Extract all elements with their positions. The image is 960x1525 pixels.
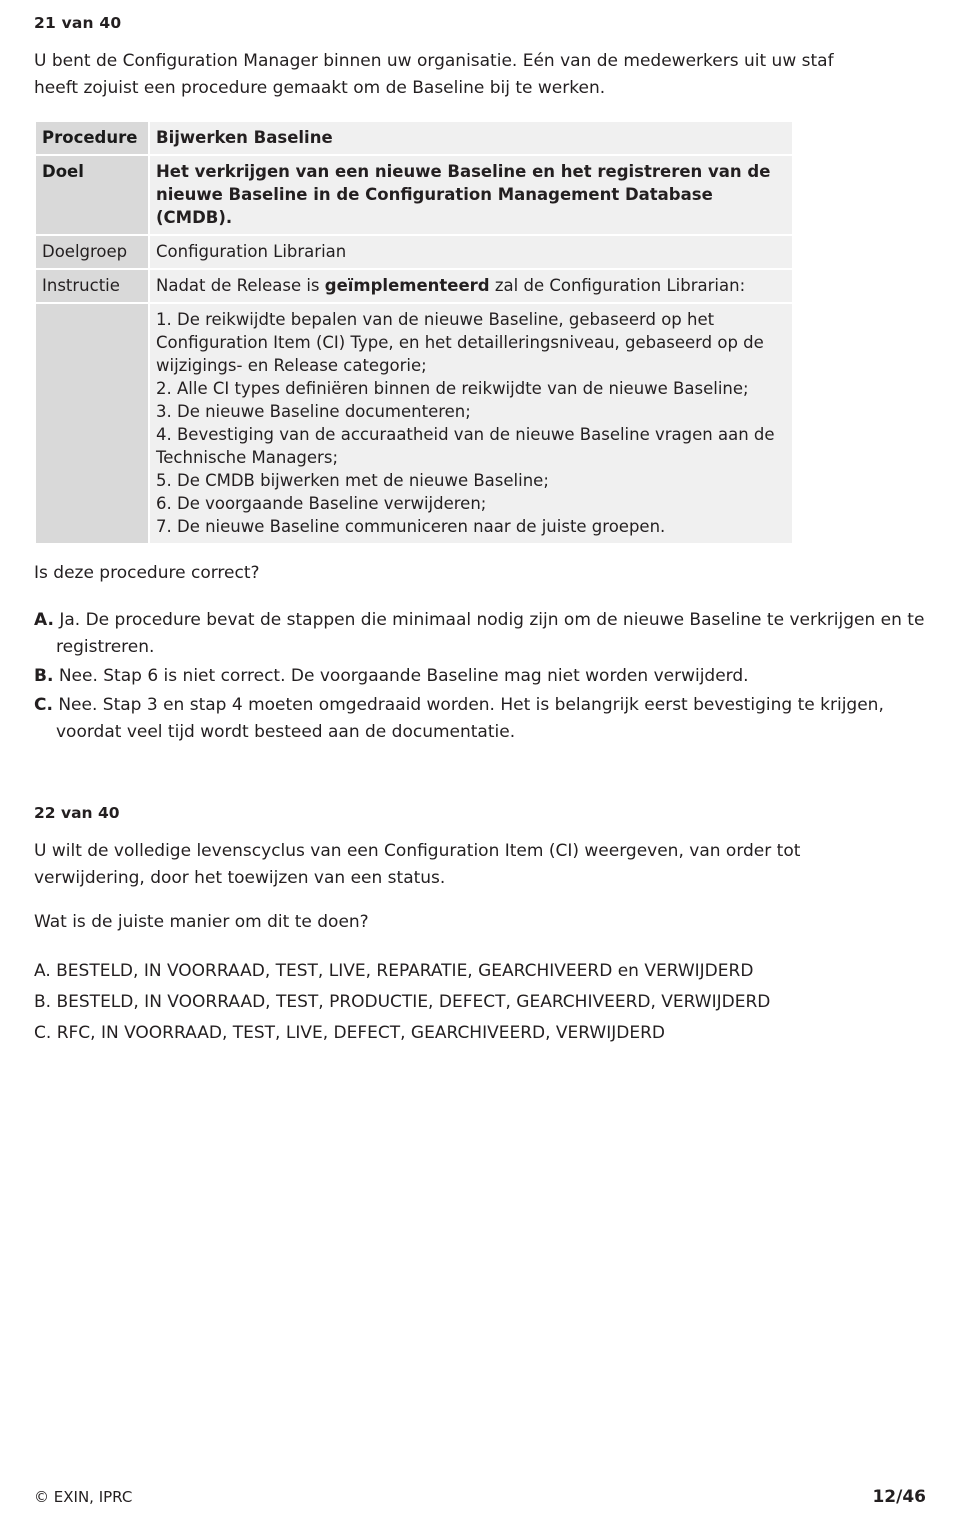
doelgroep-label: Doelgroep [36, 236, 148, 268]
answer-letter-c: C. [34, 695, 53, 715]
question-21-number: 21 van 40 [34, 14, 122, 32]
table-row-steps: 1. De reikwijdte bepalen van de nieuwe B… [36, 304, 792, 543]
instructie-text-bold: geïmplementeerd [324, 276, 490, 295]
footer-copyright: © EXIN, IPRC [34, 1488, 133, 1506]
answer-letter-a: A. [34, 610, 54, 630]
question-21-intro-line1: U bent de Configuration Manager binnen u… [34, 51, 834, 71]
question-22-body-line2: verwijdering, door het toewijzen van een… [34, 868, 446, 888]
step-item: 7. De nieuwe Baseline communiceren naar … [156, 517, 666, 536]
answer-text-a: Ja. De procedure bevat de stappen die mi… [56, 610, 925, 657]
answer-letter-b: B. [34, 666, 54, 686]
procedure-label: Procedure [36, 122, 148, 154]
question-22-answers: A. BESTELD, IN VOORRAAD, TEST, LIVE, REP… [34, 956, 926, 1049]
page-footer: © EXIN, IPRC 12/46 [34, 1487, 926, 1507]
instructie-text-post: zal de Configuration Librarian: [489, 276, 746, 295]
question-21-answers: A. Ja. De procedure bevat de stappen die… [34, 607, 926, 746]
document-page: 21 van 40 U bent de Configuration Manage… [0, 14, 960, 1525]
question-21-intro: U bent de Configuration Manager binnen u… [34, 48, 924, 102]
table-row-procedure: Procedure Bijwerken Baseline [36, 122, 792, 154]
answer-letter-b: B. [34, 992, 52, 1012]
answer-option-c: C. RFC, IN VOORRAAD, TEST, LIVE, DEFECT,… [34, 1018, 926, 1049]
answer-letter-a: A. [34, 961, 51, 981]
doel-value: Het verkrijgen van een nieuwe Baseline e… [150, 156, 792, 234]
steps-empty-label [36, 304, 148, 543]
question-22-body: U wilt de volledige levenscyclus van een… [34, 838, 926, 892]
instructie-label: Instructie [36, 270, 148, 302]
question-22-number: 22 van 40 [34, 804, 120, 822]
answer-option-a: A. BESTELD, IN VOORRAAD, TEST, LIVE, REP… [34, 956, 926, 987]
answer-letter-c: C. [34, 1023, 52, 1043]
answer-text-b: Nee. Stap 6 is niet correct. De voorgaan… [58, 666, 749, 686]
doel-label: Doel [36, 156, 148, 234]
table-row-doelgroep: Doelgroep Configuration Librarian [36, 236, 792, 268]
doelgroep-value: Configuration Librarian [150, 236, 792, 268]
step-item: 3. De nieuwe Baseline documenteren; [156, 402, 471, 421]
steps-value: 1. De reikwijdte bepalen van de nieuwe B… [150, 304, 792, 543]
question-22-body-line1: U wilt de volledige levenscyclus van een… [34, 841, 801, 861]
instructie-text-pre: Nadat de Release is [156, 276, 325, 295]
step-item: 2. Alle CI types definiëren binnen de re… [156, 379, 749, 398]
answer-text-b: BESTELD, IN VOORRAAD, TEST, PRODUCTIE, D… [56, 992, 771, 1012]
table-row-instructie: Instructie Nadat de Release is geïmpleme… [36, 270, 792, 302]
step-item: 5. De CMDB bijwerken met de nieuwe Basel… [156, 471, 549, 490]
answer-text-a: BESTELD, IN VOORRAAD, TEST, LIVE, REPARA… [56, 961, 754, 981]
procedure-value: Bijwerken Baseline [150, 122, 792, 154]
table-row-doel: Doel Het verkrijgen van een nieuwe Basel… [36, 156, 792, 234]
question-22-prompt: Wat is de juiste manier om dit te doen? [34, 912, 369, 932]
step-item: 6. De voorgaande Baseline verwijderen; [156, 494, 487, 513]
answer-option-a: A. Ja. De procedure bevat de stappen die… [34, 607, 926, 661]
instructie-value: Nadat de Release is geïmplementeerd zal … [150, 270, 792, 302]
answer-option-b: B. BESTELD, IN VOORRAAD, TEST, PRODUCTIE… [34, 987, 926, 1018]
procedure-table: Procedure Bijwerken Baseline Doel Het ve… [34, 120, 794, 545]
step-item: 1. De reikwijdte bepalen van de nieuwe B… [156, 310, 764, 375]
question-21-prompt: Is deze procedure correct? [34, 563, 260, 583]
answer-text-c: RFC, IN VOORRAAD, TEST, LIVE, DEFECT, GE… [56, 1023, 665, 1043]
question-21-intro-line2: heeft zojuist een procedure gemaakt om d… [34, 78, 606, 98]
answer-text-c: Nee. Stap 3 en stap 4 moeten omgedraaid … [56, 695, 884, 742]
answer-option-b: B. Nee. Stap 6 is niet correct. De voorg… [34, 663, 926, 690]
answer-option-c: C. Nee. Stap 3 en stap 4 moeten omgedraa… [34, 692, 926, 746]
step-item: 4. Bevestiging van de accuraatheid van d… [156, 425, 775, 467]
footer-page-number: 12/46 [872, 1487, 926, 1507]
